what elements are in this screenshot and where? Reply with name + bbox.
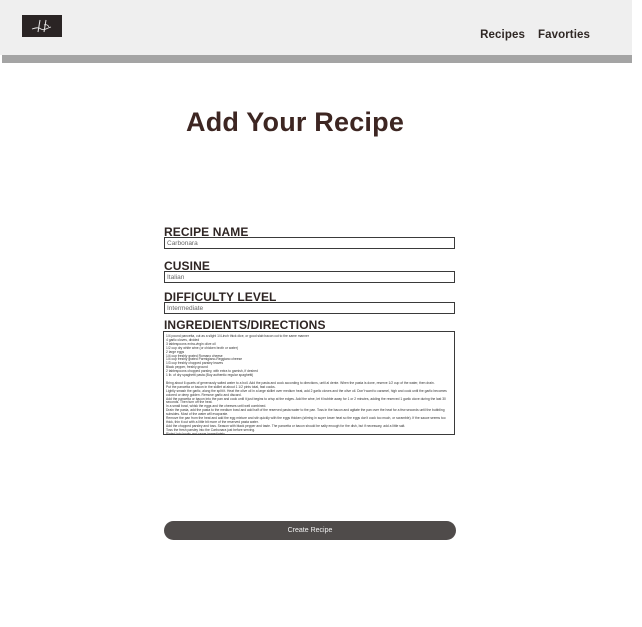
create-recipe-button[interactable]: Create Recipe (164, 521, 456, 540)
ingredients-directions-textarea[interactable]: 1/4 pound pancetta, cut as a slight 1/4-… (163, 331, 455, 435)
signature-logo-svg (31, 19, 52, 33)
header-divider-bar (2, 55, 632, 63)
nav-link-recipes[interactable]: Recipes (480, 29, 525, 41)
cuisine-input[interactable] (164, 271, 455, 283)
site-header: Recipes Favorties (0, 0, 632, 55)
difficulty-level-input[interactable] (164, 302, 455, 314)
signature-logo-icon[interactable] (22, 15, 62, 37)
recipe-name-input[interactable] (164, 237, 455, 249)
ingredients-directions-label: INGREDIENTS/DIRECTIONS (164, 318, 326, 332)
page-title: Add Your Recipe (186, 107, 405, 137)
nav-link-favorites[interactable]: Favorties (538, 29, 590, 41)
main-nav: Recipes Favorties (480, 29, 590, 41)
